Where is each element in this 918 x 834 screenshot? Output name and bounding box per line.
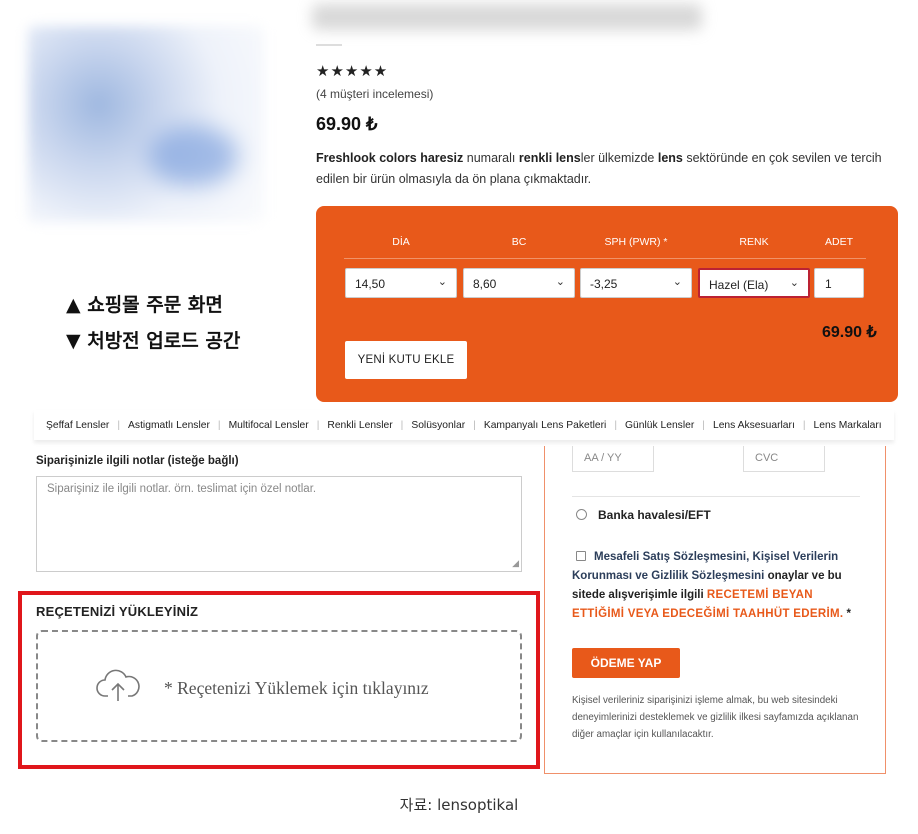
review-count-link[interactable]: (4 müşteri incelemesi) <box>316 87 433 101</box>
sph-value: -3,25 <box>590 277 618 291</box>
chevron-down-icon: ⌄ <box>789 277 799 289</box>
dia-select[interactable]: 14,50 ⌄ <box>345 268 457 298</box>
order-notes-label: Siparişinizle ilgili notlar (isteğe bağl… <box>36 455 239 467</box>
bank-transfer-label: Banka havalesi/EFT <box>598 508 711 522</box>
header-bc: BC <box>511 236 527 248</box>
rating-stars: ★★★★★ <box>316 63 389 80</box>
renk-select[interactable]: Hazel (Ela) ⌄ <box>698 268 810 298</box>
privacy-notice: Kişisel verileriniz siparişinizi işleme … <box>572 695 859 740</box>
source-caption: 자료: lensoptikal <box>399 796 519 814</box>
nav-item[interactable]: Şeffaf Lensler <box>38 420 117 431</box>
dia-value: 14,50 <box>355 277 386 291</box>
nav-item[interactable]: Kampanyalı Lens Paketleri <box>476 420 615 431</box>
quantity-input[interactable]: 1 <box>814 268 864 298</box>
product-title-blurred <box>312 4 702 30</box>
product-price: 69.90 ₺ <box>316 114 378 134</box>
options-divider <box>344 258 866 259</box>
header-sph: SPH (PWR) * <box>604 236 668 248</box>
nav-item[interactable]: Astigmatlı Lensler <box>120 420 218 431</box>
bc-select[interactable]: 8,60 ⌄ <box>463 268 575 298</box>
bank-transfer-radio[interactable] <box>576 509 587 520</box>
annotation-upload-space: ▼ 처방전 업로드 공간 <box>66 330 241 352</box>
payment-divider <box>572 496 860 497</box>
nav-item[interactable]: Multifocal Lensler <box>221 420 317 431</box>
chevron-down-icon: ⌄ <box>672 276 682 288</box>
header-renk: RENK <box>739 236 769 248</box>
upload-instruction[interactable]: * Reçetenizi Yüklemek için tıklayınız <box>164 678 429 699</box>
add-box-button[interactable]: YENİ KUTU EKLE <box>345 341 467 379</box>
resize-handle-icon[interactable]: ◢ <box>512 558 519 569</box>
sph-select[interactable]: -3,25 ⌄ <box>580 268 692 298</box>
card-expiry-input[interactable]: AA / YY <box>572 446 654 472</box>
chevron-down-icon: ⌄ <box>555 276 565 288</box>
terms-text: Mesafeli Satış Sözleşmesini, Kişisel Ver… <box>572 551 851 620</box>
nav-item[interactable]: Renkli Lensler <box>319 420 400 431</box>
card-cvc-input[interactable]: CVC <box>743 446 825 472</box>
order-notes-placeholder: Siparişiniz ile ilgili notlar. örn. tesl… <box>47 483 317 495</box>
annotation-order-screen: ▲ 쇼핑몰 주문 화면 <box>66 294 223 316</box>
renk-value: Hazel (Ela) <box>709 278 769 292</box>
product-description: Freshlook colors haresiz numaralı renkli… <box>316 151 882 186</box>
chevron-down-icon: ⌄ <box>437 276 447 288</box>
header-adet: ADET <box>824 236 853 248</box>
pay-button[interactable]: ÖDEME YAP <box>572 648 680 678</box>
options-total: 69.90 ₺ <box>822 324 877 341</box>
bc-value: 8,60 <box>473 277 497 291</box>
nav-item[interactable]: Günlük Lensler <box>617 420 702 431</box>
upload-title: REÇETENİZİ YÜKLEYİNİZ <box>36 604 199 619</box>
cloud-upload-icon[interactable] <box>96 668 140 704</box>
nav-item[interactable]: Lens Aksesuarları <box>705 420 803 431</box>
nav-item[interactable]: Lens Markaları <box>806 420 890 431</box>
nav-item[interactable]: Solüsyonlar <box>403 420 473 431</box>
product-image[interactable] <box>28 26 264 222</box>
header-dia: DİA <box>392 236 410 248</box>
order-notes-textarea[interactable]: Siparişiniz ile ilgili notlar. örn. tesl… <box>36 476 522 572</box>
title-divider <box>316 44 342 46</box>
category-nav: Şeffaf Lensler | Astigmatlı Lensler | Mult… <box>34 410 894 440</box>
